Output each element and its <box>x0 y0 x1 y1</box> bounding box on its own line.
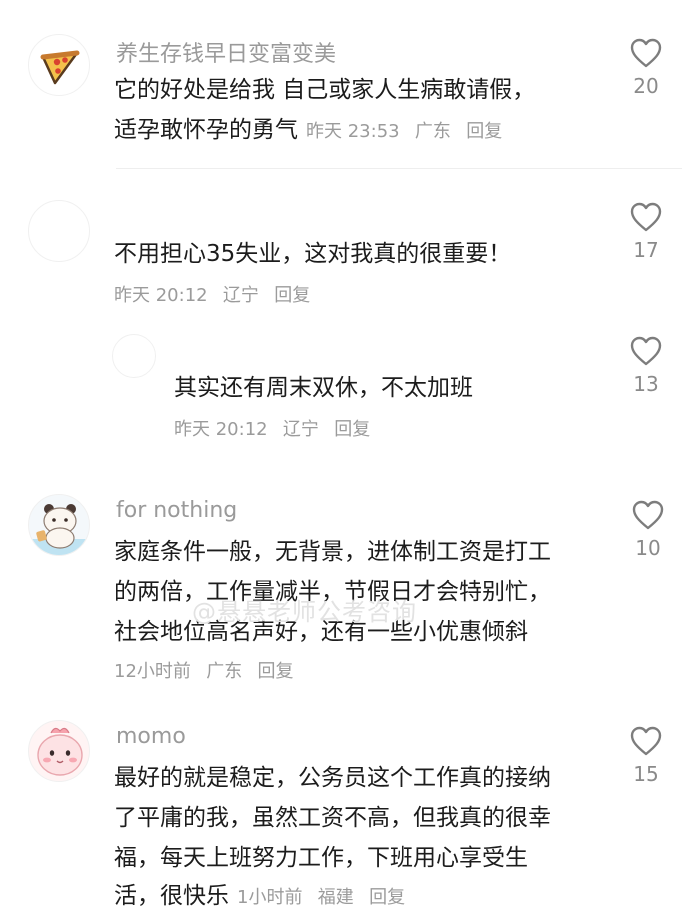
heart-icon <box>630 38 662 68</box>
comment-text: 不用担心35失业，这对我真的很重要！ <box>114 241 512 267</box>
comment-location: 辽宁 <box>282 419 319 440</box>
reply-button[interactable]: 回复 <box>258 661 294 682</box>
comment-location: 广东 <box>206 661 243 682</box>
comment-location: 辽宁 <box>222 285 259 306</box>
comment-time: 1小时前 <box>237 887 303 908</box>
heart-icon <box>630 202 662 232</box>
comment-meta: 昨天 20:12 辽宁 回复 <box>174 412 370 446</box>
comment-text: 它的好处是给我 自己或家人生病敢请假， <box>114 77 536 103</box>
heart-icon <box>630 726 662 756</box>
like-count: 15 <box>633 762 659 786</box>
comment-text-line: 活，很快乐 <box>114 883 229 909</box>
heart-icon <box>630 336 662 366</box>
comment-text: 活，很快乐 1小时前 福建 回复 <box>114 880 405 914</box>
pink-blob-avatar-icon <box>37 727 83 776</box>
pizza-avatar-icon <box>40 50 80 85</box>
avatar[interactable] <box>28 494 90 556</box>
comment-text-line: 适孕敢怀孕的勇气 <box>114 117 298 143</box>
reply-button[interactable]: 回复 <box>334 419 370 440</box>
avatar[interactable] <box>28 200 90 262</box>
divider <box>116 168 682 169</box>
username[interactable]: 养生存钱早日变富变美 <box>116 36 336 68</box>
comment-location: 广东 <box>414 121 451 142</box>
like-count: 17 <box>633 238 659 262</box>
comment-text: 了平庸的我，虽然工资不高，但我真的很幸 <box>114 805 551 831</box>
like-count: 10 <box>635 536 661 560</box>
comment-time: 12小时前 <box>114 661 191 682</box>
reply-button[interactable]: 回复 <box>369 887 405 908</box>
like-count: 13 <box>633 372 659 396</box>
comment-text: 最好的就是稳定，公务员这个工作真的接纳 <box>114 765 551 791</box>
reply-button[interactable]: 回复 <box>274 285 310 306</box>
heart-icon <box>632 500 664 530</box>
comment-text: 福，每天上班努力工作，下班用心享受生 <box>114 845 528 871</box>
avatar[interactable] <box>28 720 90 782</box>
comment-meta: 昨天 20:12 辽宁 回复 <box>114 278 310 312</box>
comment-text: 适孕敢怀孕的勇气 昨天 23:53 广东 回复 <box>114 114 502 148</box>
avatar[interactable] <box>28 34 90 96</box>
comment-time: 昨天 23:53 <box>306 121 400 142</box>
like-button[interactable]: 15 <box>626 726 666 786</box>
like-button[interactable]: 20 <box>626 38 666 98</box>
comment-location: 福建 <box>317 887 354 908</box>
username[interactable]: for nothing <box>116 498 237 523</box>
comment-text: 家庭条件一般，无背景，进体制工资是打工 <box>114 539 551 565</box>
comment-time: 昨天 20:12 <box>114 285 208 306</box>
panda-avatar-icon <box>29 504 89 555</box>
comment-time: 昨天 20:12 <box>174 419 268 440</box>
comment-meta: 12小时前 广东 回复 <box>114 654 294 688</box>
watermark: @悬悬老师公考咨询 <box>192 598 417 626</box>
like-button[interactable]: 10 <box>628 500 668 560</box>
like-count: 20 <box>633 74 659 98</box>
like-button[interactable]: 13 <box>626 336 666 396</box>
comment-text: 其实还有周末双休，不太加班 <box>174 375 473 401</box>
reply-button[interactable]: 回复 <box>466 121 502 142</box>
username[interactable]: momo <box>116 724 186 749</box>
like-button[interactable]: 17 <box>626 202 666 262</box>
avatar[interactable] <box>112 334 156 378</box>
